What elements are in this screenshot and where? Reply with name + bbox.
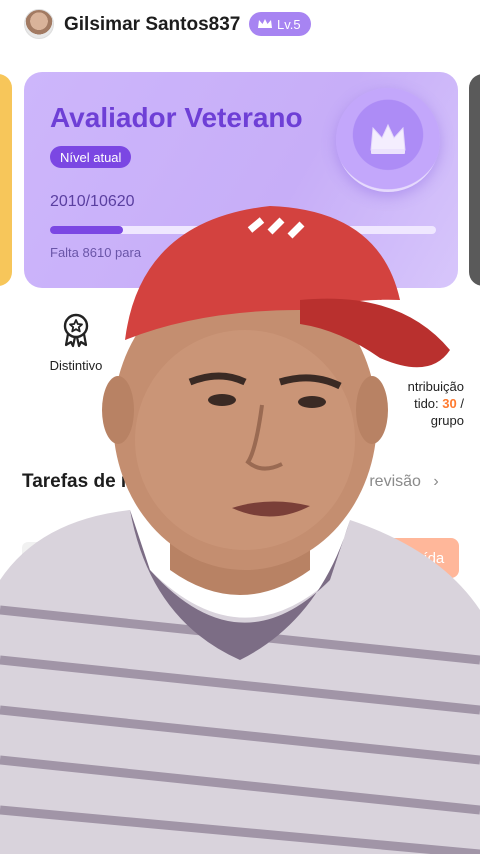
badge-label: Distintivo	[49, 358, 103, 373]
review-link[interactable]: e revisão ›	[356, 473, 439, 491]
tasks-title: Tarefas de re	[22, 471, 139, 492]
contribution-line-2: tido: 30 /	[364, 395, 464, 412]
remaining-points-text: Falta 8610 para	[50, 245, 142, 260]
camera-overlay-person	[0, 206, 480, 854]
current-level-pill: Nível atual	[50, 146, 132, 168]
progress-fill	[50, 226, 123, 234]
crown-icon	[370, 123, 406, 154]
level-badge-text: Lv.5	[277, 16, 301, 32]
progress-bar	[50, 226, 436, 234]
badge-feature[interactable]: Distintivo	[40, 312, 112, 373]
avatar[interactable]	[24, 9, 54, 39]
prev-card-peek[interactable]	[0, 74, 12, 286]
profile-header: Gilsimar Santos837 Lv.5	[0, 0, 480, 50]
username: Gilsimar Santos837	[64, 14, 241, 35]
contribution-feature[interactable]: ntribuição tido: 30 / grupo	[364, 378, 464, 429]
progress-text: 2010/10620	[50, 193, 135, 210]
task-label: T	[70, 527, 80, 544]
chevron-right-icon: ›	[433, 473, 439, 490]
contribution-suffix: /	[460, 396, 464, 411]
contribution-prefix: tido:	[414, 396, 439, 411]
completed-button[interactable]: Concluída	[362, 538, 459, 578]
medal-icon	[63, 313, 89, 348]
crown-emblem	[336, 88, 440, 192]
contribution-value: 30	[442, 396, 457, 411]
level-card[interactable]: Avaliador Veterano Nível atual 2010/1062…	[24, 72, 458, 288]
contribution-line-1: ntribuição	[407, 379, 464, 394]
review-link-label: e revisão	[356, 473, 421, 490]
next-card-peek[interactable]	[469, 74, 480, 286]
task-row: T Concluída	[22, 527, 460, 582]
contribution-line-3: grupo	[430, 413, 464, 428]
crown-icon	[258, 19, 272, 28]
level-title: Avaliador Veterano	[50, 102, 303, 133]
task-icon	[22, 542, 58, 572]
level-badge[interactable]: Lv.5	[249, 12, 311, 36]
